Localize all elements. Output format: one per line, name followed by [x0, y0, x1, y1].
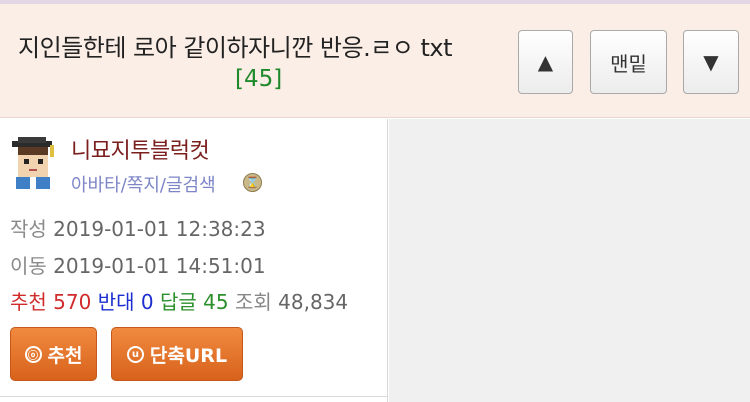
views-label: 조회 [234, 290, 272, 314]
avatar[interactable] [10, 137, 58, 189]
go-bottom-label: 맨밑 [610, 51, 647, 76]
scroll-up-button[interactable]: ▲ [518, 30, 573, 94]
post-stats: 추천 570 반대 0 답글 45 조회 48,834 [10, 286, 348, 315]
short-url-button[interactable]: u 단축URL [111, 327, 243, 381]
down-arrow-icon: ▼ [703, 50, 719, 74]
scroll-down-button[interactable]: ▼ [683, 30, 739, 94]
written-label: 작성 [10, 217, 47, 241]
recommend-label: 추천 [10, 290, 47, 314]
recommend-button-label: 추천 [47, 344, 83, 367]
panel-divider [0, 396, 388, 397]
avatar-link[interactable]: 아바타 [71, 175, 121, 196]
oppose-label: 반대 [97, 290, 135, 314]
oppose-count: 0 [140, 290, 154, 314]
up-arrow-icon: ▲ [537, 50, 554, 74]
moved-value: 2019-01-01 14:51:01 [53, 254, 266, 278]
content-area [389, 119, 750, 402]
moved-label: 이동 [10, 254, 47, 278]
written-value: 2019-01-01 12:38:23 [53, 217, 266, 241]
short-url-icon: u [126, 345, 144, 363]
recommend-count: 570 [53, 290, 92, 314]
author-name[interactable]: 니묘지투블럭컷 [71, 133, 210, 165]
note-link[interactable]: 쪽지 [127, 175, 160, 196]
author-links: 아바타/쪽지/글검색 [71, 171, 216, 197]
recommend-button[interactable]: ⓞ 추천 [10, 327, 97, 381]
search-posts-link[interactable]: 글검색 [166, 175, 216, 196]
views-count: 48,834 [278, 290, 349, 314]
written-date: 작성 2019-01-01 12:38:23 [10, 213, 266, 242]
go-bottom-button[interactable]: 맨밑 [590, 30, 667, 94]
post-title: 지인들한테 로아 같이하자니깐 반응.ㄹㅇ txt [18, 34, 453, 62]
recommend-icon: ⓞ [24, 345, 42, 363]
hourglass-icon: ⌛ [243, 173, 262, 192]
author-panel: 니묘지투블럭컷 아바타/쪽지/글검색 ⌛ 작성 2019-01-01 12:38… [0, 119, 388, 402]
reply-count[interactable]: [45] [235, 66, 282, 92]
reply-label: 답글 [159, 290, 197, 314]
short-url-button-label: 단축URL [149, 344, 228, 367]
moved-date: 이동 2019-01-01 14:51:01 [10, 250, 266, 279]
post-header: 지인들한테 로아 같이하자니깐 반응.ㄹㅇ txt [45] ▲ 맨밑 ▼ [0, 4, 750, 118]
reply-count-stat: 45 [203, 290, 229, 314]
